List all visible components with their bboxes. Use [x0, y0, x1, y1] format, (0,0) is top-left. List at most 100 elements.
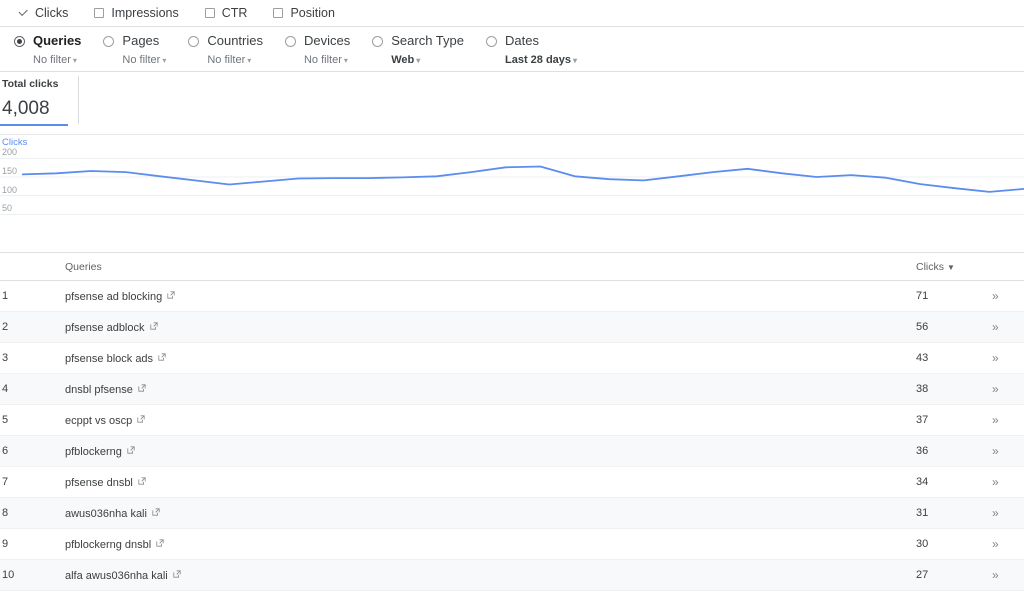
checkbox-icon[interactable]: [273, 8, 284, 18]
table-row[interactable]: 5 ecppt vs oscp 37 »: [0, 404, 1024, 436]
row-expand-cell[interactable]: »: [984, 435, 1024, 467]
double-chevron-right-icon[interactable]: »: [992, 413, 999, 427]
row-query-cell[interactable]: awus036nha kali: [32, 497, 894, 529]
metric-toggle-clicks[interactable]: Clicks: [18, 6, 68, 20]
table-row[interactable]: 9 pfblockerng dnsbl 30 »: [0, 528, 1024, 560]
double-chevron-right-icon[interactable]: »: [992, 506, 999, 520]
row-clicks-value: 56: [894, 311, 984, 343]
header-rank: [0, 253, 32, 281]
dimension-filter-dropdown-devices[interactable]: No filter ▾: [304, 54, 350, 66]
dimension-filter-dropdown-countries[interactable]: No filter ▾: [207, 54, 263, 66]
double-chevron-right-icon[interactable]: »: [992, 382, 999, 396]
row-query-text: awus036nha kali: [65, 507, 147, 520]
row-clicks-value: 71: [894, 280, 984, 312]
row-expand-cell[interactable]: »: [984, 497, 1024, 529]
radio-icon[interactable]: [188, 36, 200, 47]
dimension-filter-value: No filter: [33, 54, 71, 67]
row-clicks-value: 37: [894, 404, 984, 436]
radio-icon[interactable]: [14, 36, 25, 47]
dimension-filter-dropdown-pages[interactable]: No filter ▾: [122, 54, 166, 66]
external-link-icon[interactable]: [156, 538, 164, 550]
table-row[interactable]: 3 pfsense block ads 43 »: [0, 342, 1024, 374]
dimension-filter-dropdown-dates[interactable]: Last 28 days ▾: [505, 54, 577, 66]
row-expand-cell[interactable]: »: [984, 373, 1024, 405]
double-chevron-right-icon[interactable]: »: [992, 351, 999, 365]
metric-toggle-position[interactable]: Position: [273, 6, 335, 20]
table-row[interactable]: 2 pfsense adblock 56 »: [0, 311, 1024, 343]
checkbox-icon[interactable]: [94, 8, 105, 18]
dimension-option-countries[interactable]: Countries No filter ▾: [188, 33, 263, 66]
row-query-cell[interactable]: ecppt vs oscp: [32, 404, 894, 436]
dimension-filter-dropdown-search-type[interactable]: Web ▾: [391, 54, 464, 66]
row-query-cell[interactable]: alfa awus036nha kali: [32, 559, 894, 591]
double-chevron-right-icon[interactable]: »: [992, 568, 999, 582]
table-row[interactable]: 4 dnsbl pfsense 38 »: [0, 373, 1024, 405]
radio-icon[interactable]: [103, 36, 115, 47]
total-clicks-label: Total clicks: [2, 78, 59, 90]
dimension-option-search-type[interactable]: Search Type Web ▾: [372, 33, 464, 66]
row-expand-cell[interactable]: »: [984, 466, 1024, 498]
row-query-cell[interactable]: pfblockerng dnsbl: [32, 528, 894, 560]
double-chevron-right-icon[interactable]: »: [992, 444, 999, 458]
row-rank: 10: [0, 559, 32, 591]
row-clicks-value: 27: [894, 559, 984, 591]
external-link-icon[interactable]: [137, 414, 145, 426]
metric-label: CTR: [221, 6, 248, 20]
table-row[interactable]: 1 pfsense ad blocking 71 »: [0, 280, 1024, 312]
row-query-cell[interactable]: pfsense block ads: [32, 342, 894, 374]
metric-checkbox-bar: Clicks Impressions CTR Position: [0, 0, 1024, 27]
row-expand-cell[interactable]: »: [984, 559, 1024, 591]
dimension-option-pages[interactable]: Pages No filter ▾: [103, 33, 166, 66]
total-clicks-underline: [0, 123, 68, 126]
radio-icon[interactable]: [284, 36, 296, 47]
chevron-down-icon: ▾: [416, 56, 421, 66]
row-query-cell[interactable]: pfsense adblock: [32, 311, 894, 343]
external-link-icon[interactable]: [127, 445, 135, 457]
metric-toggle-impressions[interactable]: Impressions: [94, 6, 179, 20]
row-rank: 6: [0, 435, 32, 467]
row-query-cell[interactable]: pfsense ad blocking: [32, 280, 894, 312]
double-chevron-right-icon[interactable]: »: [992, 537, 999, 551]
row-expand-cell[interactable]: »: [984, 342, 1024, 374]
row-query-cell[interactable]: dnsbl pfsense: [32, 373, 894, 405]
header-queries[interactable]: Queries: [32, 253, 894, 281]
double-chevron-right-icon[interactable]: »: [992, 320, 999, 334]
table-row[interactable]: 8 awus036nha kali 31 »: [0, 497, 1024, 529]
external-link-icon[interactable]: [173, 569, 181, 581]
external-link-icon[interactable]: [152, 507, 160, 519]
row-query-cell[interactable]: pfsense dnsbl: [32, 466, 894, 498]
row-expand-cell[interactable]: »: [984, 280, 1024, 312]
dimension-option-queries[interactable]: Queries No filter ▾: [14, 33, 81, 66]
row-expand-cell[interactable]: »: [984, 311, 1024, 343]
dimension-label: Dates: [505, 33, 539, 48]
radio-icon[interactable]: [372, 36, 384, 47]
external-link-icon[interactable]: [158, 352, 166, 364]
table-row[interactable]: 7 pfsense dnsbl 34 »: [0, 466, 1024, 498]
double-chevron-right-icon[interactable]: »: [992, 475, 999, 489]
external-link-icon[interactable]: [167, 290, 175, 302]
external-link-icon[interactable]: [138, 476, 146, 488]
double-chevron-right-icon[interactable]: »: [992, 289, 999, 303]
metric-label: Impressions: [111, 6, 179, 20]
table-row[interactable]: 6 pfblockerng 36 »: [0, 435, 1024, 467]
total-clicks-card[interactable]: Total clicks 4,008: [0, 72, 70, 134]
checkmark-icon[interactable]: [18, 8, 29, 19]
totals-divider: [78, 76, 79, 124]
row-expand-cell[interactable]: »: [984, 404, 1024, 436]
row-expand-cell[interactable]: »: [984, 528, 1024, 560]
checkbox-icon[interactable]: [204, 8, 215, 18]
table-row[interactable]: 10 alfa awus036nha kali 27 »: [0, 559, 1024, 591]
external-link-icon[interactable]: [138, 383, 146, 395]
dimension-option-devices[interactable]: Devices No filter ▾: [284, 33, 351, 66]
metric-toggle-ctr[interactable]: CTR: [204, 6, 248, 20]
row-rank: 8: [0, 497, 32, 529]
dimension-filter-dropdown-queries[interactable]: No filter ▾: [33, 54, 81, 66]
clicks-chart[interactable]: Clicks 200 150 100 50: [0, 135, 1024, 253]
external-link-icon[interactable]: [149, 321, 158, 333]
row-query-cell[interactable]: pfblockerng: [32, 435, 894, 467]
dimension-option-dates[interactable]: Dates Last 28 days ▾: [486, 33, 577, 66]
radio-icon[interactable]: [486, 36, 497, 47]
dimension-radio-bar: Queries No filter ▾ Pages No filter ▾ Countrie…: [0, 27, 1024, 72]
header-clicks[interactable]: Clicks ▼: [894, 253, 984, 281]
dimension-label: Devices: [303, 33, 351, 48]
